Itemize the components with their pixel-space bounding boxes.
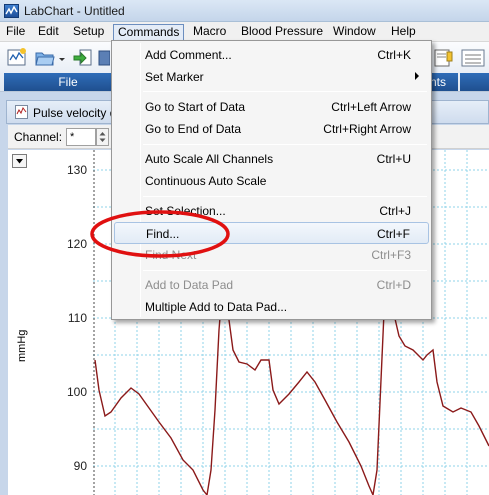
menu-item-label: Set Selection... bbox=[145, 204, 226, 218]
menu-item-auto-scale-all[interactable]: Auto Scale All Channels Ctrl+U bbox=[114, 148, 429, 170]
toolbar-group-view bbox=[460, 73, 489, 91]
menu-item-multiple-add-to-data-pad[interactable]: Multiple Add to Data Pad... bbox=[114, 296, 429, 318]
menu-separator bbox=[143, 91, 427, 92]
save-icon[interactable] bbox=[98, 47, 111, 69]
menu-item-label: Go to End of Data bbox=[145, 122, 242, 136]
menu-item-find-next: Find Next Ctrl+F3 bbox=[114, 244, 429, 266]
menu-help[interactable]: Help bbox=[387, 24, 420, 41]
menu-item-shortcut: Ctrl+F3 bbox=[371, 248, 411, 262]
menu-item-label: Set Marker bbox=[145, 70, 204, 84]
axis-tick: 120 bbox=[66, 237, 87, 251]
window-title: LabChart - Untitled bbox=[24, 4, 125, 18]
menu-item-label: Continuous Auto Scale bbox=[145, 174, 267, 188]
menu-item-label: Go to Start of Data bbox=[145, 100, 246, 114]
menu-blood-pressure[interactable]: Blood Pressure bbox=[237, 24, 327, 41]
menu-item-add-to-data-pad: Add to Data Pad Ctrl+D bbox=[114, 274, 429, 296]
channel-label: Channel: bbox=[14, 130, 63, 144]
menu-commands[interactable]: Commands bbox=[113, 24, 185, 41]
channel-field[interactable]: * bbox=[66, 128, 96, 146]
menu-item-shortcut: Ctrl+U bbox=[376, 152, 411, 166]
commands-dropdown-menu: Add Comment... Ctrl+K Set Marker Go to S… bbox=[111, 40, 432, 320]
menu-setup[interactable]: Setup bbox=[69, 24, 108, 41]
axis-tick: 130 bbox=[66, 163, 87, 177]
menu-item-go-to-end[interactable]: Go to End of Data Ctrl+Right Arrow bbox=[114, 118, 429, 140]
menu-item-set-marker[interactable]: Set Marker bbox=[114, 66, 429, 88]
labchart-app-icon bbox=[4, 4, 19, 18]
menu-item-shortcut: Ctrl+Left Arrow bbox=[331, 100, 411, 114]
channel-spinner[interactable] bbox=[96, 128, 109, 146]
axis-unit-label: mmHg bbox=[16, 329, 28, 362]
menu-item-continuous-auto-scale[interactable]: Continuous Auto Scale bbox=[114, 170, 429, 192]
chart-document-icon bbox=[15, 105, 28, 119]
amplitude-axis[interactable]: 130 120 110 100 90 mmHg bbox=[8, 150, 93, 495]
add-comment-icon[interactable] bbox=[432, 47, 454, 69]
axis-tick: 110 bbox=[67, 311, 87, 325]
menu-item-shortcut: Ctrl+K bbox=[377, 48, 411, 62]
menu-item-go-to-start[interactable]: Go to Start of Data Ctrl+Left Arrow bbox=[114, 96, 429, 118]
open-dropdown-arrow-icon[interactable] bbox=[58, 47, 68, 69]
menu-item-shortcut: Ctrl+D bbox=[376, 278, 411, 292]
menu-edit[interactable]: Edit bbox=[34, 24, 63, 41]
menu-item-label: Add to Data Pad bbox=[145, 278, 234, 292]
menu-item-label: Auto Scale All Channels bbox=[145, 152, 274, 166]
menu-item-label: Multiple Add to Data Pad... bbox=[145, 300, 288, 314]
menu-separator bbox=[143, 196, 427, 197]
chart-window-title: Pulse velocity d bbox=[33, 106, 117, 120]
menu-item-label: Find... bbox=[146, 227, 180, 241]
menu-window[interactable]: Window bbox=[329, 24, 380, 41]
menu-item-find[interactable]: Find... Ctrl+F bbox=[114, 222, 429, 244]
menu-item-shortcut: Ctrl+J bbox=[379, 204, 411, 218]
menu-separator bbox=[143, 270, 427, 271]
open-folder-icon[interactable] bbox=[34, 47, 56, 69]
menu-item-label: Find Next bbox=[145, 248, 197, 262]
title-bar: LabChart - Untitled bbox=[0, 0, 489, 22]
toolbar-group-comments: nts bbox=[428, 73, 458, 91]
menu-item-add-comment[interactable]: Add Comment... Ctrl+K bbox=[114, 44, 429, 66]
menu-bar: File Edit Setup Commands Macro Blood Pre… bbox=[0, 22, 489, 42]
new-document-icon[interactable] bbox=[6, 47, 28, 69]
channel-menu-dropdown-icon[interactable] bbox=[12, 154, 27, 168]
axis-tick: 100 bbox=[66, 385, 87, 399]
import-icon[interactable] bbox=[72, 47, 94, 69]
menu-item-label: Add Comment... bbox=[145, 48, 232, 62]
menu-item-shortcut: Ctrl+Right Arrow bbox=[323, 122, 411, 136]
submenu-arrow-icon bbox=[415, 72, 419, 80]
menu-item-set-selection[interactable]: Set Selection... Ctrl+J bbox=[114, 200, 429, 222]
menu-item-shortcut: Ctrl+F bbox=[377, 227, 410, 241]
chart-view-icon[interactable] bbox=[460, 47, 486, 69]
axis-tick: 90 bbox=[73, 459, 87, 473]
menu-macro[interactable]: Macro bbox=[189, 24, 230, 41]
menu-separator bbox=[143, 144, 427, 145]
menu-file[interactable]: File bbox=[2, 24, 29, 41]
